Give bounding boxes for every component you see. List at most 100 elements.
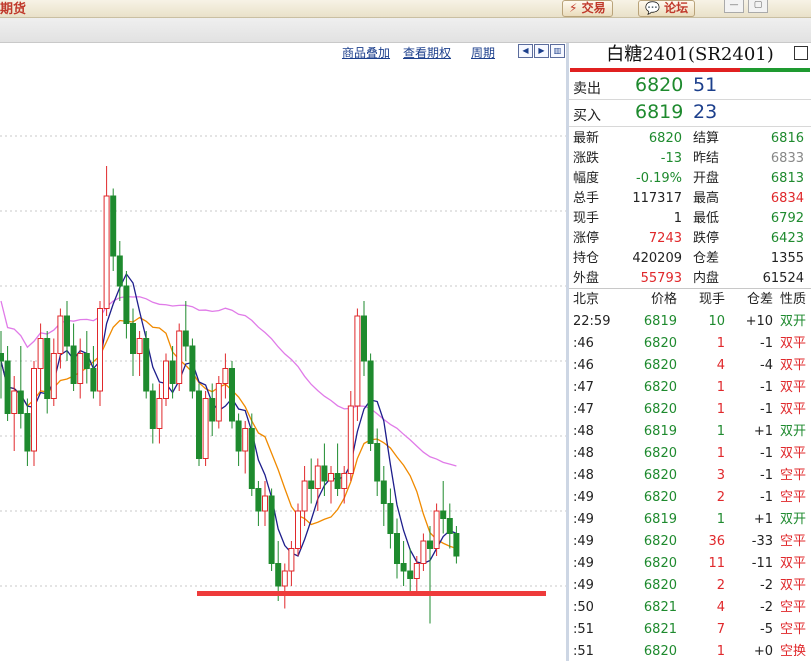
tick-oi: -33 — [751, 534, 773, 549]
tick-time: :51 — [573, 622, 594, 637]
tick-oi: -1 — [760, 402, 773, 417]
minimize-icon[interactable]: — — [724, 0, 744, 13]
tick-price: 6820 — [643, 446, 677, 461]
tick-price: 6820 — [643, 490, 677, 505]
tick-time: 22:59 — [573, 314, 611, 329]
candle-body — [413, 563, 420, 579]
tick-oi: -2 — [760, 578, 773, 593]
tick-header-price: 价格 — [650, 292, 677, 307]
tick-header: 北京 价格 现手 仓差 性质 — [569, 288, 811, 311]
candle-body — [90, 368, 97, 392]
tick-row: :49 6819 1 +1 双开 — [569, 509, 811, 531]
contract-title: 白糖2401(SR2401) — [606, 44, 774, 65]
candle-body — [136, 338, 143, 354]
stat-row: 持仓 420209 仓差 1355 — [569, 249, 811, 269]
stat-value: 6813 — [770, 171, 804, 186]
tick-price: 6820 — [643, 556, 677, 571]
tick-row: :51 6820 1 +0 空换 — [569, 641, 811, 663]
tick-header-oi: 仓差 — [746, 292, 773, 307]
contract-select-box[interactable] — [794, 46, 808, 60]
forum-button[interactable]: 💬 论坛 — [638, 0, 696, 17]
stat-value: 117317 — [632, 191, 682, 206]
tick-time: :49 — [573, 490, 594, 505]
tick-price: 6821 — [643, 622, 677, 637]
tick-row: :46 6820 1 -1 双平 — [569, 333, 811, 355]
tick-volume: 1 — [716, 380, 725, 395]
candle-body — [262, 495, 268, 512]
candle-body — [361, 315, 367, 362]
tick-oi: -1 — [760, 468, 773, 483]
stat-value: 6816 — [770, 131, 804, 146]
tick-time: :49 — [573, 534, 594, 549]
period-link[interactable]: 周期 — [471, 44, 495, 61]
buy-label: 买入 — [573, 108, 601, 124]
stat-value: -0.19% — [636, 171, 682, 186]
sell-quote-row[interactable]: 卖出 6820 51 — [569, 74, 811, 100]
trade-button[interactable]: ⚡ 交易 — [562, 0, 613, 17]
tick-volume: 1 — [716, 446, 725, 461]
candle-body — [182, 330, 189, 347]
tick-row: :51 6821 7 -5 空平 — [569, 619, 811, 641]
tick-nature: 双平 — [780, 380, 807, 395]
stat-label: 结算 — [693, 131, 720, 146]
tick-price: 6820 — [643, 644, 677, 659]
tick-nature: 空平 — [780, 600, 807, 615]
quote-panel: 白糖2401(SR2401) 卖出 6820 51 买入 6819 23 最新 6… — [569, 43, 811, 661]
candle-body — [354, 315, 361, 407]
candle-body — [110, 195, 117, 257]
stat-value: 1355 — [770, 251, 804, 266]
stat-label: 持仓 — [573, 251, 600, 266]
sell-volume: 51 — [693, 74, 718, 96]
candle-body — [334, 473, 341, 489]
tick-volume: 4 — [716, 600, 725, 615]
scroll-right-icon[interactable]: ▶ — [534, 44, 549, 58]
tick-time: :47 — [573, 402, 594, 417]
candle-body — [242, 428, 249, 452]
title-underline-green — [740, 68, 810, 72]
stat-row: 最新 6820 结算 6816 — [569, 129, 811, 149]
tick-price: 6820 — [643, 468, 677, 483]
tick-row: :49 6820 2 -2 双平 — [569, 575, 811, 597]
overlay-link[interactable]: 商品叠加 — [342, 44, 390, 61]
title-underline-red — [570, 68, 740, 72]
tick-header-nature: 性质 — [780, 292, 807, 307]
tick-price: 6819 — [643, 424, 677, 439]
tick-oi: -1 — [760, 380, 773, 395]
candle-body — [143, 338, 150, 392]
candle-body — [301, 480, 308, 512]
options-link[interactable]: 查看期权 — [403, 44, 451, 61]
candle-body — [169, 360, 176, 384]
kline-chart-area[interactable]: 商品叠加 查看期权 周期 ◀ ▶ ▥ — [0, 43, 566, 661]
stat-value: 55793 — [640, 271, 682, 286]
tick-volume: 1 — [716, 424, 725, 439]
candle-body — [215, 383, 222, 422]
candle-body — [387, 503, 394, 534]
candle-body — [453, 533, 460, 557]
stat-label: 涨跌 — [573, 151, 600, 166]
tick-nature: 空平 — [780, 622, 807, 637]
candle-body — [347, 405, 354, 474]
tick-row: :47 6820 1 -1 双平 — [569, 399, 811, 421]
tick-price: 6820 — [643, 402, 677, 417]
maximize-icon[interactable]: ▢ — [748, 0, 768, 13]
candle-body — [433, 510, 440, 549]
scroll-left-icon[interactable]: ◀ — [518, 44, 533, 58]
tick-nature: 双平 — [780, 358, 807, 373]
candle-body — [103, 195, 110, 309]
stat-label: 仓差 — [693, 251, 720, 266]
candle-body — [116, 255, 123, 287]
tick-price: 6820 — [643, 578, 677, 593]
candle-body — [394, 533, 400, 564]
candle-body — [202, 398, 209, 459]
tick-nature: 空平 — [780, 490, 807, 505]
stat-value: 6792 — [770, 211, 804, 226]
buy-quote-row[interactable]: 买入 6819 23 — [569, 101, 811, 127]
stat-label: 最新 — [573, 131, 600, 146]
layout-toggle-icon[interactable]: ▥ — [550, 44, 565, 58]
candle-body — [50, 353, 57, 399]
candle-body — [248, 428, 255, 489]
tick-row: :46 6820 4 -4 双平 — [569, 355, 811, 377]
tick-nature: 双平 — [780, 446, 807, 461]
tick-volume: 1 — [716, 644, 725, 659]
candle-body — [229, 368, 235, 422]
